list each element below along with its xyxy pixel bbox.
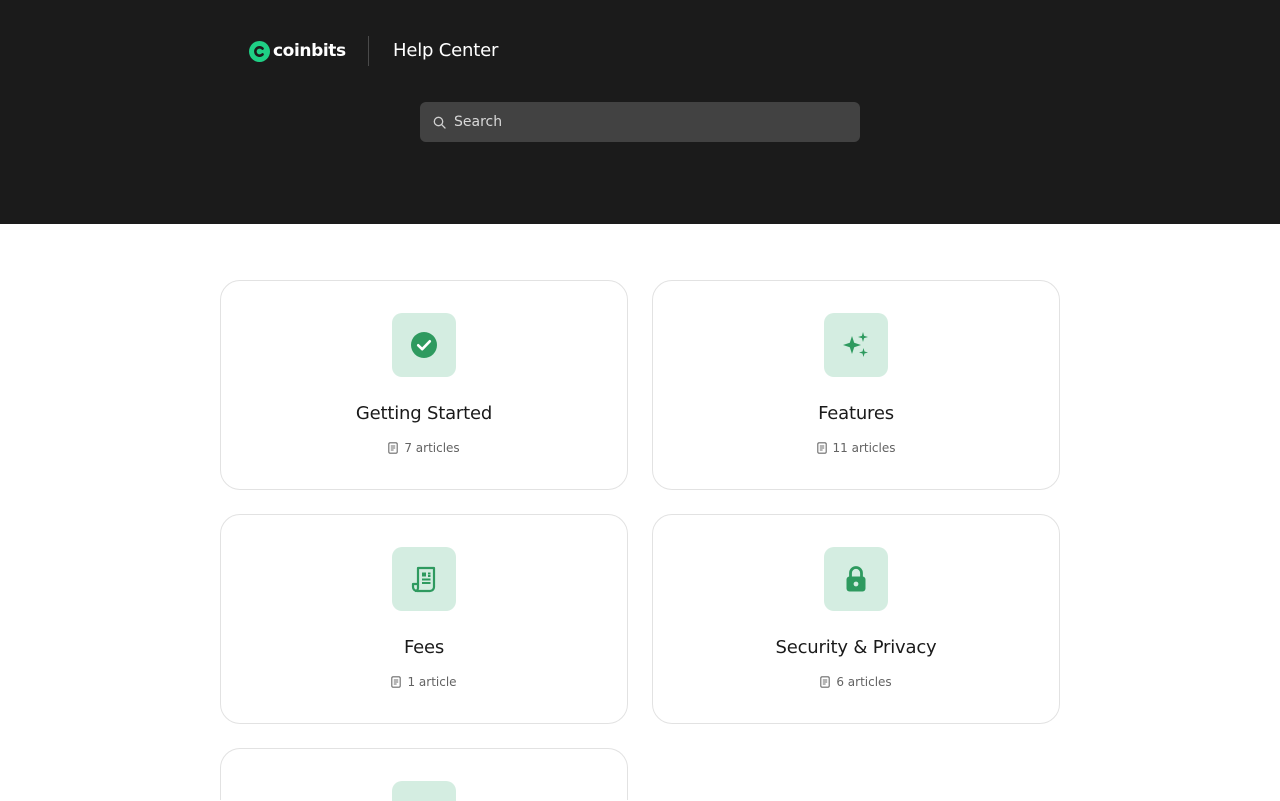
article-count: 1 article	[221, 675, 627, 689]
receipt-icon	[392, 547, 456, 611]
help-center-title[interactable]: Help Center	[393, 38, 498, 64]
article-count: 6 articles	[653, 675, 1059, 689]
collection-card-features[interactable]: Features 11 articles	[652, 280, 1060, 490]
search-icon	[433, 116, 446, 129]
coinbits-logo-icon	[249, 40, 270, 62]
collection-title: Security & Privacy	[775, 637, 937, 658]
collection-icon-partial	[392, 781, 456, 801]
coinbits-logo[interactable]: coinbits	[249, 36, 346, 66]
check-circle-icon	[392, 313, 456, 377]
document-icon	[388, 442, 399, 454]
article-count-text: 1 article	[407, 675, 457, 689]
search-bar[interactable]	[420, 102, 860, 142]
sparkles-icon	[824, 313, 888, 377]
collection-card-partial[interactable]	[220, 748, 628, 801]
collection-title: Features	[818, 403, 894, 424]
article-count-text: 6 articles	[836, 675, 892, 689]
collection-card-getting-started[interactable]: Getting Started 7 articles	[220, 280, 628, 490]
document-icon	[816, 442, 827, 454]
document-icon	[820, 676, 831, 688]
article-count-text: 7 articles	[404, 441, 460, 455]
collection-title: Fees	[403, 637, 445, 658]
article-count: 11 articles	[653, 441, 1059, 455]
brand-name: coinbits	[273, 41, 346, 61]
document-icon	[391, 676, 402, 688]
lock-icon	[824, 547, 888, 611]
collection-card-security-privacy[interactable]: Security & Privacy 6 articles	[652, 514, 1060, 724]
search-input[interactable]	[454, 114, 834, 130]
article-count: 7 articles	[221, 441, 627, 455]
article-count-text: 11 articles	[832, 441, 896, 455]
collection-title: Getting Started	[355, 403, 493, 424]
collection-card-fees[interactable]: Fees 1 article	[220, 514, 628, 724]
header-bar: coinbits Help Center	[0, 0, 1280, 224]
brand-divider	[368, 36, 369, 66]
